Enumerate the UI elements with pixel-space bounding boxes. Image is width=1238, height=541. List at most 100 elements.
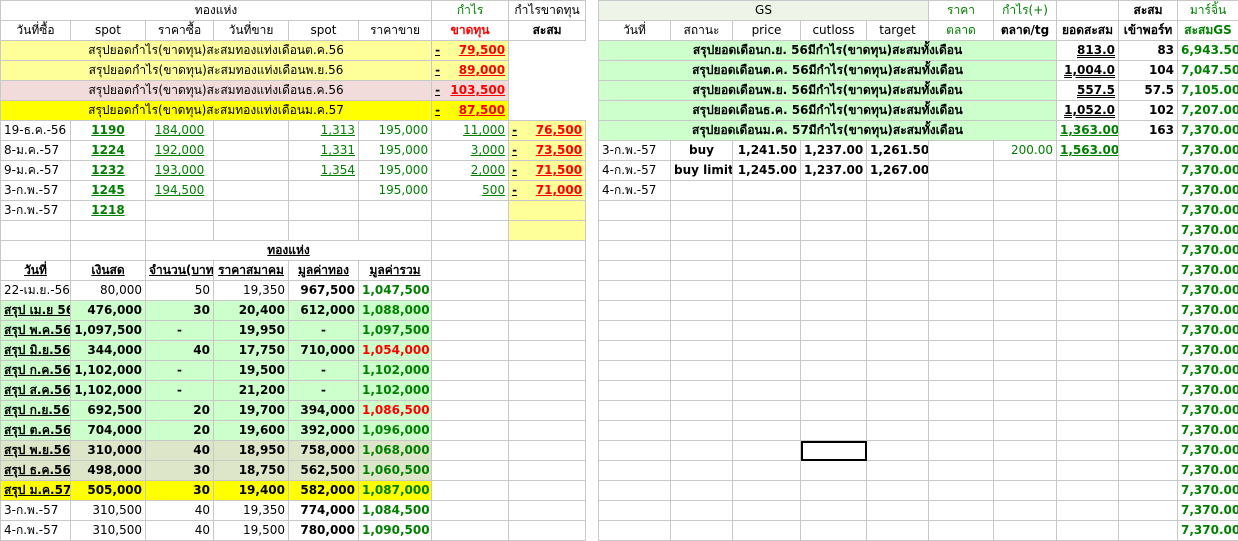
empty-cell[interactable]: [509, 321, 586, 341]
holding-cash[interactable]: 704,000: [71, 421, 146, 441]
empty-cell[interactable]: [801, 521, 867, 541]
trade-sell-spot[interactable]: [289, 181, 359, 201]
holding-qty[interactable]: 30: [146, 301, 214, 321]
empty-cell[interactable]: [929, 341, 994, 361]
trade-sell-spot[interactable]: 1,313: [289, 121, 359, 141]
summary-cumulative[interactable]: 1,004.0: [1057, 61, 1119, 81]
empty-cell[interactable]: [733, 381, 801, 401]
trade-buy-price[interactable]: 193,000: [146, 161, 214, 181]
trade-date[interactable]: 19-ธ.ค.-56: [1, 121, 71, 141]
column-header[interactable]: spot: [289, 21, 359, 41]
empty-cell[interactable]: [599, 301, 671, 321]
summary-label[interactable]: สรุปยอดเดือนต.ค. 56มีกำไร(ขาดทุน)สะสมทั้…: [599, 61, 1057, 81]
empty-cell[interactable]: [671, 321, 733, 341]
holding-cash[interactable]: 1,102,000: [71, 381, 146, 401]
empty-cell[interactable]: [867, 301, 929, 321]
filler-gs[interactable]: 7,370.00: [1178, 361, 1238, 381]
filler-gs[interactable]: 7,370.00: [1178, 341, 1238, 361]
empty-cell[interactable]: [671, 201, 733, 221]
empty-cell[interactable]: [994, 321, 1057, 341]
summary-gs[interactable]: 7,370.00: [1178, 121, 1238, 141]
trade-profit[interactable]: [432, 201, 509, 221]
empty-cell[interactable]: [432, 421, 509, 441]
holding-price[interactable]: 19,600: [214, 421, 289, 441]
holding-qty[interactable]: 40: [146, 521, 214, 541]
empty-cell[interactable]: [509, 421, 586, 441]
empty-cell[interactable]: [599, 401, 671, 421]
trade-sell-price[interactable]: 195,000: [359, 141, 432, 161]
filler-gs[interactable]: 7,370.00: [1178, 461, 1238, 481]
summary-value[interactable]: -103,500: [432, 81, 509, 101]
header-margin[interactable]: มาร์จิ้น: [1178, 1, 1238, 21]
empty-cell[interactable]: [1057, 281, 1119, 301]
trade-cumulative[interactable]: [509, 201, 586, 221]
trade-status[interactable]: [671, 181, 733, 201]
filler-gs[interactable]: 7,370.00: [1178, 281, 1238, 301]
trade-buy-price[interactable]: 192,000: [146, 141, 214, 161]
trade-market[interactable]: [929, 181, 994, 201]
empty-cell[interactable]: [801, 261, 867, 281]
empty-cell[interactable]: [801, 301, 867, 321]
summary-port[interactable]: 163: [1119, 121, 1178, 141]
summary-value[interactable]: -89,000: [432, 61, 509, 81]
empty-cell[interactable]: [214, 221, 289, 241]
empty-cell[interactable]: [671, 481, 733, 501]
holding-total[interactable]: 1,054,000: [359, 341, 432, 361]
column-header[interactable]: เข้าพอร์ท: [1119, 21, 1178, 41]
trade-target[interactable]: [867, 181, 929, 201]
empty-cell[interactable]: [599, 381, 671, 401]
holding-cash[interactable]: 310,500: [71, 501, 146, 521]
header-profit[interactable]: กำไร(+): [994, 1, 1057, 21]
empty-cell[interactable]: [432, 401, 509, 421]
holding-date[interactable]: สรุป ส.ค.56: [1, 381, 71, 401]
empty-cell[interactable]: [1119, 421, 1178, 441]
column-header[interactable]: สะสมGS: [1178, 21, 1238, 41]
summary-port[interactable]: 102: [1119, 101, 1178, 121]
empty-cell[interactable]: [867, 501, 929, 521]
summary-port[interactable]: 104: [1119, 61, 1178, 81]
trade-sell-price[interactable]: 195,000: [359, 161, 432, 181]
empty-cell[interactable]: [432, 241, 509, 261]
filler-gs[interactable]: 7,370.00: [1178, 381, 1238, 401]
holding-total[interactable]: 1,088,000: [359, 301, 432, 321]
filler-gs[interactable]: 7,370.00: [1178, 261, 1238, 281]
holding-gold-value[interactable]: 967,500: [289, 281, 359, 301]
summary-port[interactable]: 83: [1119, 41, 1178, 61]
trade-cumulative[interactable]: -71,500: [509, 161, 586, 181]
empty-cell[interactable]: [733, 221, 801, 241]
trade-cumulative[interactable]: [1057, 181, 1119, 201]
holding-price[interactable]: 18,950: [214, 441, 289, 461]
trade-status[interactable]: buy limit: [671, 161, 733, 181]
holding-price[interactable]: 20,400: [214, 301, 289, 321]
summary-label[interactable]: สรุปยอดกำไร(ขาดทุน)สะสมทองแท่งเดือนพ.ย.5…: [1, 61, 432, 81]
column-header[interactable]: ราคาซื้อ: [146, 21, 214, 41]
empty-cell[interactable]: [994, 401, 1057, 421]
empty-cell[interactable]: [801, 401, 867, 421]
empty-cell[interactable]: [733, 201, 801, 221]
empty-cell[interactable]: [289, 221, 359, 241]
empty-cell[interactable]: [994, 521, 1057, 541]
filler-gs[interactable]: 7,370.00: [1178, 501, 1238, 521]
empty-cell[interactable]: [1057, 341, 1119, 361]
holding-qty[interactable]: 40: [146, 341, 214, 361]
holding-date[interactable]: สรุป เม.ย 56: [1, 301, 71, 321]
empty-cell[interactable]: [733, 361, 801, 381]
trade-profit[interactable]: 2,000: [432, 161, 509, 181]
empty-cell[interactable]: [1119, 321, 1178, 341]
empty-cell[interactable]: [509, 381, 586, 401]
empty-cell[interactable]: [432, 481, 509, 501]
holding-price[interactable]: 19,400: [214, 481, 289, 501]
trade-sell-date[interactable]: [214, 121, 289, 141]
holding-cash[interactable]: 1,097,500: [71, 321, 146, 341]
empty-cell[interactable]: [1119, 461, 1178, 481]
column-header[interactable]: วันที่ขาย: [214, 21, 289, 41]
column-header[interactable]: spot: [71, 21, 146, 41]
trade-cutloss[interactable]: 1,237.00: [801, 161, 867, 181]
empty-cell[interactable]: [671, 301, 733, 321]
empty-cell[interactable]: [929, 421, 994, 441]
empty-cell[interactable]: [509, 241, 586, 261]
empty-cell[interactable]: [994, 241, 1057, 261]
empty-cell[interactable]: [1119, 261, 1178, 281]
trade-sell-price[interactable]: 195,000: [359, 121, 432, 141]
holding-qty[interactable]: 40: [146, 501, 214, 521]
